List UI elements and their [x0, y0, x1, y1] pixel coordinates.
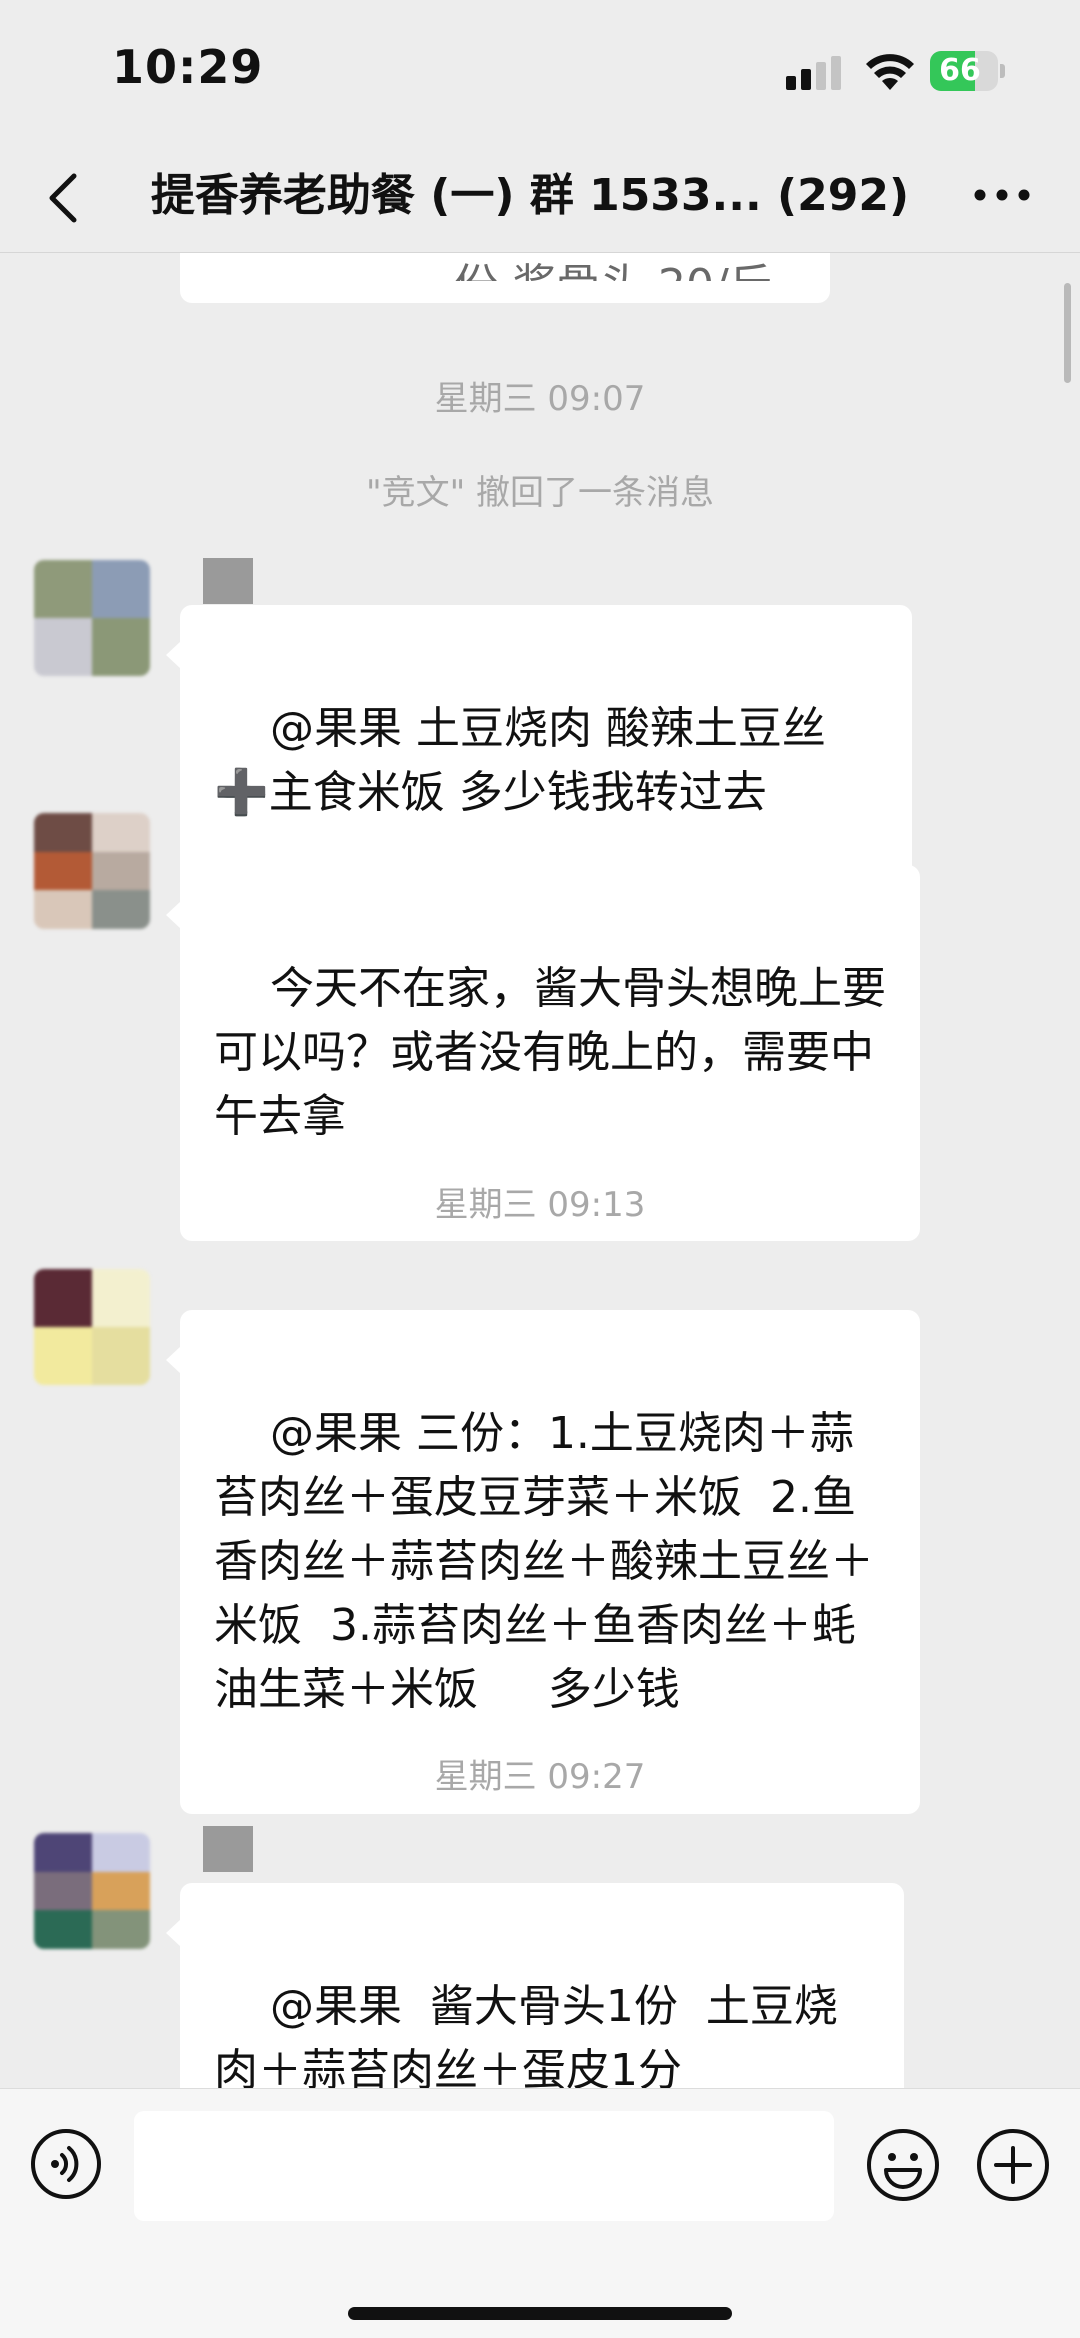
sender-name [203, 1826, 253, 1872]
scrollbar[interactable] [1064, 283, 1071, 383]
plus-circle-icon[interactable] [976, 2128, 1050, 2202]
status-bar: 10:29 66 [0, 0, 1080, 140]
voice-icon[interactable] [30, 2128, 102, 2200]
message-text: 今天不在家，酱大骨头想晚上要可以吗？或者没有晚上的，需要中午去拿 [214, 963, 886, 1142]
battery-level: 66 [939, 53, 981, 88]
sender-name [203, 558, 253, 604]
time-separator: 星期三 09:13 [434, 1185, 646, 1225]
avatar[interactable] [34, 1269, 150, 1385]
time-separator: 星期三 09:27 [434, 1757, 646, 1797]
message-text: @果果 三份：1.土豆烧肉＋蒜苔肉丝＋蛋皮豆芽菜＋米饭 2.鱼香肉丝＋蒜苔肉丝＋… [214, 1408, 874, 1715]
more-dots-icon[interactable] [970, 180, 1034, 210]
avatar[interactable] [34, 1833, 150, 1949]
message-bubble[interactable]: @果果 三份：1.土豆烧肉＋蒜苔肉丝＋蛋皮豆芽菜＋米饭 2.鱼香肉丝＋蒜苔肉丝＋… [166, 1310, 920, 1814]
home-indicator[interactable] [348, 2307, 732, 2320]
wifi-icon [864, 52, 916, 92]
message-bubble-partial[interactable]: 一份 酱骨头 20/斤 [180, 253, 830, 303]
message-text: 一份 酱骨头 20/斤 [410, 260, 773, 311]
nav-bar: 提香养老助餐 (一) 群 1533... (292) [0, 140, 1080, 253]
avatar[interactable] [34, 560, 150, 676]
message-text: @果果 酱大骨头1份 土豆烧肉＋蒜苔肉丝＋蛋皮1分 [214, 1981, 838, 2088]
message-input[interactable] [134, 2111, 834, 2221]
chat-area[interactable]: 一份 酱骨头 20/斤 星期三 09:07 "竞文" 撤回了一条消息 @果果 土… [0, 253, 1080, 2088]
time-separator: 星期三 09:07 [434, 379, 646, 419]
chat-title: 提香养老助餐 (一) 群 1533... (292) [150, 170, 910, 221]
avatar[interactable] [34, 813, 150, 929]
input-bar [0, 2088, 1080, 2338]
system-message: "竞文" 撤回了一条消息 [365, 473, 715, 513]
signal-icon [786, 56, 846, 90]
battery-icon: 66 [930, 51, 1006, 91]
message-text: @果果 土豆烧肉 酸辣土豆丝 ➕主食米饭 多少钱我转过去 [214, 703, 840, 818]
message-bubble[interactable]: @果果 酱大骨头1份 土豆烧肉＋蒜苔肉丝＋蛋皮1分 [166, 1883, 904, 2088]
status-time: 10:29 [112, 40, 264, 94]
emoji-icon[interactable] [866, 2128, 940, 2202]
chevron-left-icon[interactable] [40, 170, 90, 226]
